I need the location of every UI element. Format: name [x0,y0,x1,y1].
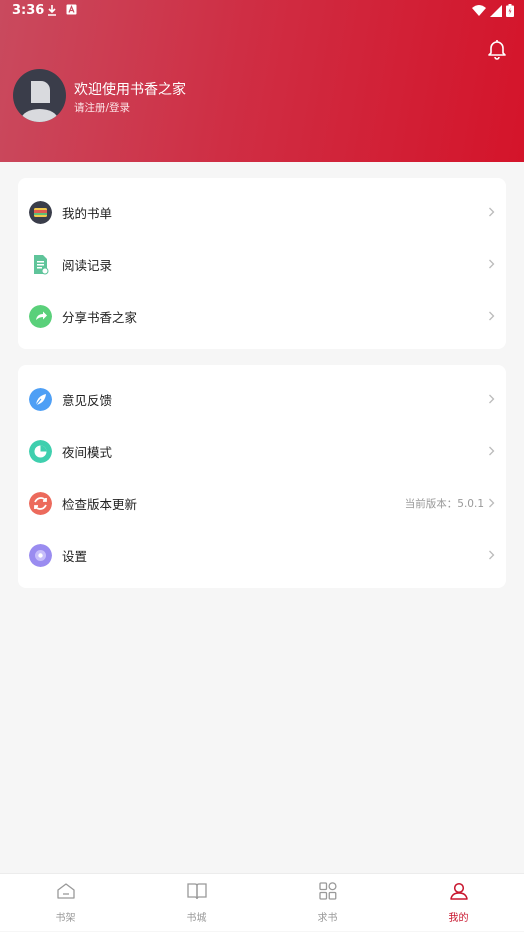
tab-label: 书城 [186,913,207,924]
request-book-icon [319,882,337,900]
book-list-icon [29,200,52,224]
menu-item-label: 夜间模式 [62,444,113,460]
menu-card-primary: 我的书单 阅读记录 分享书香之家 [18,178,506,349]
tab-label: 求书 [317,913,338,924]
profile-icon [450,882,468,900]
bottom-tab-bar: 书架 书城 求书 我的 [0,873,524,931]
update-icon [29,491,52,515]
tab-bookstore[interactable]: 书城 [131,874,262,932]
a-icon [66,4,77,15]
tab-request-book[interactable]: 求书 [262,874,393,932]
menu-card-secondary: 意见反馈 夜间模式 检查版本更新 当前版本：5.0.1 设置 [18,365,506,588]
chevron-right-icon [489,311,495,321]
chevron-right-icon [489,446,495,456]
menu-item-label: 阅读记录 [62,257,113,273]
current-version-text: 当前版本：5.0.1 [404,497,484,510]
menu-item-share[interactable]: 分享书香之家 [18,290,506,342]
wifi-icon [472,4,486,16]
menu-item-label: 检查版本更新 [62,496,138,512]
tab-label: 我的 [448,913,469,924]
chevron-right-icon [489,259,495,269]
chevron-right-icon [489,394,495,404]
menu-item-check-update[interactable]: 检查版本更新 当前版本：5.0.1 [18,477,506,529]
avatar[interactable] [13,69,66,122]
register-login-link[interactable]: 请注册/登录 [74,100,130,115]
menu-item-label: 分享书香之家 [62,309,138,325]
bell-icon[interactable] [486,38,508,60]
signal-icon [490,4,502,17]
tab-label: 书架 [55,913,76,924]
bookshelf-icon [57,883,75,899]
menu-item-night-mode[interactable]: 夜间模式 [18,425,506,477]
status-bar: 3:36 [0,0,524,22]
menu-item-label: 我的书单 [62,205,113,221]
reading-record-icon [34,254,49,274]
battery-icon [506,4,514,17]
status-time: 3:36 [12,3,45,18]
download-icon [48,5,56,16]
bookstore-icon [187,883,207,900]
profile-header: 3:36 欢迎使用书香之家 请注册/登录 [0,0,524,162]
user-placeholder-icon [21,81,58,122]
chevron-right-icon [489,550,495,560]
menu-item-label: 意见反馈 [62,392,113,408]
menu-item-feedback[interactable]: 意见反馈 [18,373,506,425]
chevron-right-icon [489,498,495,508]
menu-item-settings[interactable]: 设置 [18,529,506,581]
welcome-text: 欢迎使用书香之家 [74,82,186,98]
menu-item-reading-record[interactable]: 阅读记录 [18,238,506,290]
tab-bookshelf[interactable]: 书架 [0,874,131,932]
settings-icon [29,543,52,567]
menu-item-label: 设置 [62,548,88,564]
share-icon [29,304,52,328]
menu-item-my-booklist[interactable]: 我的书单 [18,186,506,238]
tab-profile[interactable]: 我的 [393,874,524,932]
feedback-icon [29,387,52,411]
chevron-right-icon [489,207,495,217]
night-mode-icon [29,439,52,463]
